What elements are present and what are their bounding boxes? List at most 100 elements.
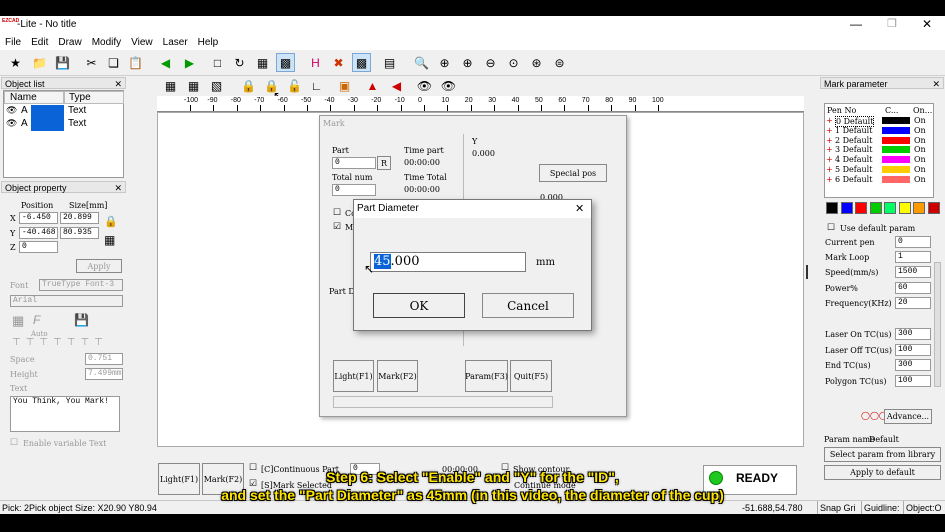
maximize-icon[interactable]: ❐ xyxy=(887,17,897,30)
paste-icon[interactable]: 📋 xyxy=(126,53,145,72)
show-eye-icon[interactable]: 👁 xyxy=(415,76,434,95)
eye-icon[interactable]: 👁 xyxy=(6,105,17,116)
object-list-header-type[interactable]: Type xyxy=(64,91,124,104)
mirror-v-icon[interactable]: ◀ xyxy=(387,76,406,95)
ok-button[interactable]: OK xyxy=(373,293,465,318)
font-name-select[interactable]: Arial xyxy=(10,295,123,307)
mark-parameter-close-icon[interactable]: ✕ xyxy=(932,78,940,90)
light-button[interactable]: Light(F1) xyxy=(333,360,374,392)
minimize-icon[interactable]: — xyxy=(850,17,862,31)
special-pos-button[interactable]: Special pos xyxy=(539,164,607,182)
table-row[interactable]: 👁 A Text xyxy=(4,118,123,131)
pen-row[interactable]: +3 Default On xyxy=(826,145,930,154)
copy-icon[interactable]: ❏ xyxy=(104,53,123,72)
menu-draw[interactable]: Draw xyxy=(53,35,86,50)
rotate-icon[interactable]: ↻ xyxy=(230,53,249,72)
align-left-icon[interactable]: ▦ xyxy=(161,76,180,95)
space-field[interactable]: 0.751 xyxy=(85,353,123,365)
lock-ratio-icon[interactable]: 🔒 xyxy=(104,215,118,228)
mark-button[interactable]: Mark(F2) xyxy=(377,360,418,392)
pen-expand-icon[interactable]: + xyxy=(826,165,833,174)
menu-edit[interactable]: Edit xyxy=(26,35,53,50)
end-tc-field[interactable]: 300 xyxy=(895,359,931,371)
laser-off-field[interactable]: 100 xyxy=(895,344,931,356)
zoom-in-icon[interactable]: ⊕ xyxy=(435,53,454,72)
open-file-icon[interactable]: 📁 xyxy=(30,53,49,72)
pen-row[interactable]: +6 Default On xyxy=(826,175,930,184)
color-swatch[interactable] xyxy=(855,202,867,214)
color-swatch[interactable] xyxy=(884,202,896,214)
zoom-icon[interactable]: 🔍 xyxy=(412,53,431,72)
tools-icon[interactable]: ✖ xyxy=(329,53,348,72)
pen-row[interactable]: +5 Default On xyxy=(826,165,930,174)
undo-icon[interactable]: ◀ xyxy=(156,53,175,72)
save-file-icon[interactable]: 💾 xyxy=(53,53,72,72)
canvas-splitter[interactable] xyxy=(806,265,808,279)
reset-part-button[interactable]: R xyxy=(377,156,391,170)
height-field[interactable]: 7.499mm xyxy=(85,368,123,380)
pen-row[interactable]: +1 Default On xyxy=(826,126,930,135)
menu-modify[interactable]: Modify xyxy=(87,35,126,50)
cancel-button[interactable]: Cancel xyxy=(482,293,574,318)
power-field[interactable]: 60 xyxy=(895,282,931,294)
zoom-fit-icon[interactable]: ⊜ xyxy=(550,53,569,72)
zoom-all-icon[interactable]: ⊙ xyxy=(504,53,523,72)
continuous-checkbox[interactable]: ☐ xyxy=(333,207,341,218)
text-content-field[interactable]: You Think, You Mark! xyxy=(10,396,120,432)
cut-icon[interactable]: ✂ xyxy=(82,53,101,72)
align-right-icon[interactable]: ▧ xyxy=(207,76,226,95)
hide-eye-icon[interactable]: 👁 xyxy=(439,76,458,95)
part-diameter-close-icon[interactable]: ✕ xyxy=(575,202,584,215)
object-list-close-icon[interactable]: ✕ xyxy=(114,78,122,90)
lock-icon[interactable]: 🔒 xyxy=(239,76,258,95)
object-property-close-icon[interactable]: ✕ xyxy=(114,182,122,194)
color-swatch[interactable] xyxy=(898,202,911,214)
total-num-field[interactable]: 0 xyxy=(332,184,376,196)
save-font-icon[interactable]: 💾 xyxy=(74,313,89,327)
table-row[interactable]: 👁 A Text xyxy=(4,105,123,118)
pen-expand-icon[interactable]: + xyxy=(826,116,833,125)
color-swatch[interactable] xyxy=(840,202,853,214)
object-list-header-name[interactable]: Name xyxy=(4,91,64,104)
layer-icon[interactable]: ▤ xyxy=(380,53,399,72)
pen-expand-icon[interactable]: + xyxy=(826,155,833,164)
param-scrollbar[interactable] xyxy=(934,262,941,387)
status-snap[interactable]: Snap Gri xyxy=(817,501,856,515)
frequency-field[interactable]: 20 xyxy=(895,297,931,309)
advance-button[interactable]: Advance... xyxy=(884,409,932,424)
status-object[interactable]: Object:O xyxy=(903,501,942,515)
zoom-out-icon[interactable]: ⊖ xyxy=(481,53,500,72)
color-swatch[interactable] xyxy=(913,202,925,214)
ungroup-icon[interactable]: ▩ xyxy=(276,53,295,72)
anchor-grid-icon[interactable]: ▦ xyxy=(104,233,115,247)
mark-selected-checkbox[interactable]: ☑ xyxy=(333,221,341,232)
enable-variable-checkbox[interactable]: ☐ xyxy=(10,437,18,448)
zoom-select-icon[interactable]: ⊛ xyxy=(527,53,546,72)
mirror-h-icon[interactable]: ▲ xyxy=(363,76,382,95)
eye-icon[interactable]: 👁 xyxy=(6,118,17,129)
align-center-icon[interactable]: ▦ xyxy=(184,76,203,95)
extend-axis-icon[interactable]: ▩ xyxy=(352,53,371,72)
pen-row[interactable]: +0 Default On xyxy=(826,116,930,127)
current-pen-field[interactable]: 0 xyxy=(895,236,931,248)
z-position-field[interactable]: 0 xyxy=(19,241,58,253)
hatch-icon[interactable]: H xyxy=(306,53,325,72)
menu-view[interactable]: View xyxy=(126,35,158,50)
mark-loop-field[interactable]: 1 xyxy=(895,251,931,263)
text-align-icons[interactable]: ⊤⊤⊤⊤⊤⊤⊤ xyxy=(12,337,108,348)
select-param-library-button[interactable]: Select param from library xyxy=(824,447,941,462)
menu-help[interactable]: Help xyxy=(193,35,224,50)
status-guideline[interactable]: Guidline: xyxy=(861,501,900,515)
ruler-icon[interactable]: ∟ xyxy=(307,76,326,95)
pen-expand-icon[interactable]: + xyxy=(826,145,833,154)
zoom-plus-icon[interactable]: ⊕ xyxy=(458,53,477,72)
menu-laser[interactable]: Laser xyxy=(158,35,193,50)
part-diameter-input[interactable]: 45.000 xyxy=(370,252,526,272)
arrange-icon[interactable]: ▣ xyxy=(335,76,354,95)
color-swatch[interactable] xyxy=(826,202,838,214)
color-swatch[interactable] xyxy=(869,202,882,214)
close-icon[interactable]: ✕ xyxy=(922,17,932,31)
new-file-icon[interactable]: ★ xyxy=(6,53,25,72)
quit-button[interactable]: Quit(F5) xyxy=(510,360,552,392)
x-position-field[interactable]: -6.450 xyxy=(19,212,58,224)
